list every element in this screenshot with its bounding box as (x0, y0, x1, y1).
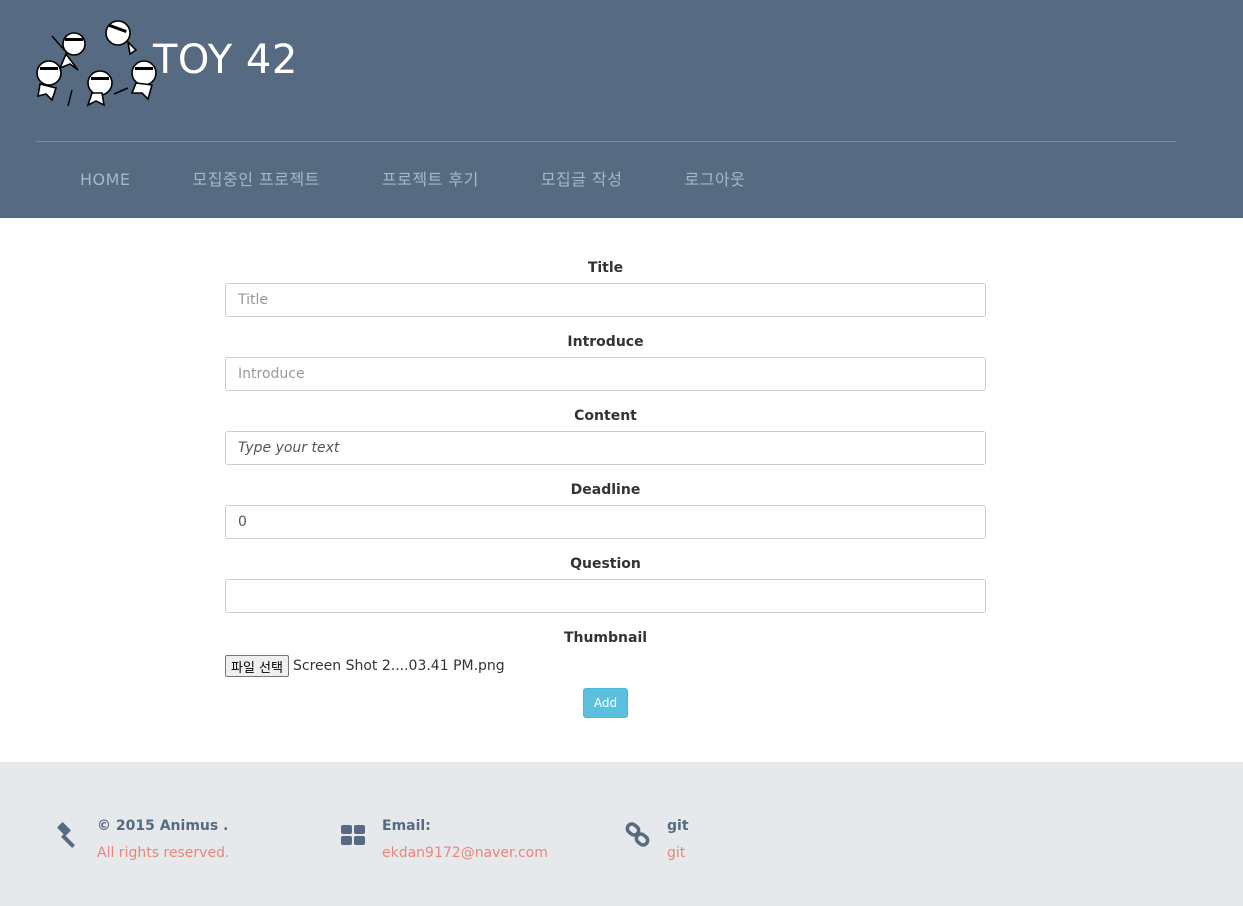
deadline-input[interactable] (225, 505, 986, 539)
introduce-input[interactable] (225, 357, 986, 391)
content-group: Content (225, 406, 986, 480)
rights-text: All rights reserved. (97, 845, 230, 861)
nav-item-write-post[interactable]: 모집글 작성 (541, 168, 623, 194)
introduce-label: Introduce (567, 334, 644, 350)
file-picker: 파일 선택 Screen Shot 2....03.41 PM.png (225, 654, 986, 678)
title-input[interactable] (225, 283, 986, 317)
selected-file-name: Screen Shot 2....03.41 PM.png (292, 658, 505, 674)
copyright-text: © 2015 Animus . (97, 818, 229, 834)
content-input[interactable] (225, 431, 986, 465)
introduce-group: Introduce (225, 332, 986, 406)
nav-item-home[interactable]: HOME (80, 168, 131, 194)
deadline-label: Deadline (570, 482, 641, 498)
question-group: Question (225, 554, 986, 628)
site-title[interactable]: TOY 42 (153, 36, 298, 84)
submit-row: Add (225, 688, 986, 718)
thumbnail-label: Thumbnail (563, 630, 648, 646)
email-link[interactable]: ekdan9172@naver.com (382, 844, 548, 862)
logo-characters-icon[interactable] (32, 16, 170, 110)
content-label: Content (574, 408, 637, 424)
git-link[interactable]: git (667, 844, 685, 862)
gavel-icon (57, 822, 75, 848)
title-label: Title (587, 260, 624, 276)
site-header: TOY 42 HOME 모집중인 프로젝트 프로젝트 후기 모집글 작성 로그아… (0, 0, 1243, 218)
question-input[interactable] (225, 579, 986, 613)
deadline-group: Deadline (225, 480, 986, 554)
email-heading: Email: (382, 818, 431, 834)
thumbnail-group: Thumbnail 파일 선택 Screen Shot 2....03.41 P… (225, 628, 986, 678)
link-icon (625, 822, 650, 847)
nav-item-project-reviews[interactable]: 프로젝트 후기 (382, 168, 479, 194)
question-label: Question (570, 556, 641, 572)
nav-item-recruiting-projects[interactable]: 모집중인 프로젝트 (193, 168, 320, 194)
project-form: Title Introduce Content Deadline Questio… (225, 258, 986, 718)
choose-file-button[interactable]: 파일 선택 (225, 655, 289, 677)
nav-item-logout[interactable]: 로그아웃 (685, 168, 746, 194)
main-nav: HOME 모집중인 프로젝트 프로젝트 후기 모집글 작성 로그아웃 (80, 168, 745, 194)
site-footer: © 2015 Animus . All rights reserved. Ema… (0, 762, 1243, 906)
add-button[interactable]: Add (583, 688, 628, 718)
title-group: Title (225, 258, 986, 332)
git-heading: git (667, 818, 689, 834)
header-divider (36, 141, 1176, 142)
grid-icon (341, 825, 365, 845)
